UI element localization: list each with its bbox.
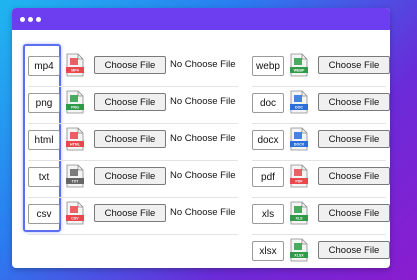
xlsx-icon-badge: XLSX xyxy=(294,254,304,258)
mp4-icon-badge: MP4 xyxy=(71,69,78,73)
file-row-xls: xls XLS Choose File xyxy=(252,201,390,235)
docx-icon-badge: DOCX xyxy=(294,143,305,147)
file-status-mp4: No Choose File xyxy=(170,59,236,70)
window-dot-icon xyxy=(28,16,33,22)
format-label-webp: webp xyxy=(252,56,284,76)
format-label-docx: docx xyxy=(252,130,284,150)
xls-icon-badge: XLS xyxy=(296,217,304,221)
pdf-file-icon: PDF xyxy=(290,164,308,188)
html-icon-badge: HTML xyxy=(70,143,81,147)
file-row-docx: docx DOCX Choose File xyxy=(252,127,390,161)
format-label-pdf: pdf xyxy=(252,167,284,187)
file-row-html: html HTML Choose File No Choose File xyxy=(28,127,238,161)
row-divider xyxy=(28,160,238,161)
docx-file-icon: DOCX xyxy=(290,127,308,151)
txt-icon-badge: TXT xyxy=(72,180,80,184)
row-divider xyxy=(252,160,386,161)
choose-file-button-xls[interactable]: Choose File xyxy=(318,204,390,222)
format-label-html: html xyxy=(28,130,60,150)
png-icon-badge: PNG xyxy=(71,106,79,110)
choose-file-button-mp4[interactable]: Choose File xyxy=(94,56,166,74)
file-status-html: No Choose File xyxy=(170,133,236,144)
choose-file-button-html[interactable]: Choose File xyxy=(94,130,166,148)
row-divider xyxy=(28,86,238,87)
format-label-xls: xls xyxy=(252,204,284,224)
png-file-icon: PNG xyxy=(66,90,84,114)
format-label-csv: csv xyxy=(28,204,60,224)
row-divider xyxy=(28,197,238,198)
title-bar xyxy=(12,8,390,30)
choose-file-button-docx[interactable]: Choose File xyxy=(318,130,390,148)
file-status-csv: No Choose File xyxy=(170,207,236,218)
row-divider xyxy=(252,197,386,198)
window-dot-icon xyxy=(20,16,25,22)
file-row-pdf: pdf PDF Choose File xyxy=(252,164,390,198)
html-file-icon: HTML xyxy=(66,127,84,151)
xlsx-file-icon: XLSX xyxy=(290,238,308,262)
choose-file-button-png[interactable]: Choose File xyxy=(94,93,166,111)
file-status-png: No Choose File xyxy=(170,96,236,107)
file-row-xlsx: xlsx XLSX Choose File xyxy=(252,238,390,263)
csv-file-icon: CSV xyxy=(66,201,84,225)
doc-file-icon: DOC xyxy=(290,90,308,114)
choose-file-button-webp[interactable]: Choose File xyxy=(318,56,390,74)
file-row-webp: webp WEBP Choose File xyxy=(252,53,390,87)
choose-file-button-doc[interactable]: Choose File xyxy=(318,93,390,111)
row-divider xyxy=(28,234,238,235)
file-row-txt: txt TXT Choose File No Choose File xyxy=(28,164,238,198)
xls-file-icon: XLS xyxy=(290,201,308,225)
file-row-doc: doc DOC Choose File xyxy=(252,90,390,124)
file-row-mp4: mp4 MP4 Choose File No Choose File xyxy=(28,53,238,87)
format-label-xlsx: xlsx xyxy=(252,241,284,261)
format-label-doc: doc xyxy=(252,93,284,113)
row-divider xyxy=(252,234,386,235)
choose-file-button-txt[interactable]: Choose File xyxy=(94,167,166,185)
file-row-csv: csv CSV Choose File No Choose File xyxy=(28,201,238,235)
file-upload-panel: mp4 MP4 Choose File No Choose File png PNG Cho… xyxy=(12,30,390,268)
file-status-txt: No Choose File xyxy=(170,170,236,181)
window-dot-icon xyxy=(36,16,41,22)
row-divider xyxy=(252,86,386,87)
format-label-txt: txt xyxy=(28,167,60,187)
app-window: mp4 MP4 Choose File No Choose File png PNG Cho… xyxy=(12,8,390,268)
mp4-file-icon: MP4 xyxy=(66,53,84,77)
choose-file-button-pdf[interactable]: Choose File xyxy=(318,167,390,185)
pdf-icon-badge: PDF xyxy=(295,180,303,184)
format-label-mp4: mp4 xyxy=(28,56,60,76)
choose-file-button-csv[interactable]: Choose File xyxy=(94,204,166,222)
choose-file-button-xlsx[interactable]: Choose File xyxy=(318,241,390,259)
csv-icon-badge: CSV xyxy=(71,217,79,221)
txt-file-icon: TXT xyxy=(66,164,84,188)
format-label-png: png xyxy=(28,93,60,113)
webp-icon-badge: WEBP xyxy=(294,69,305,73)
row-divider xyxy=(28,123,238,124)
webp-file-icon: WEBP xyxy=(290,53,308,77)
doc-icon-badge: DOC xyxy=(295,106,303,110)
row-divider xyxy=(252,123,386,124)
file-row-png: png PNG Choose File No Choose File xyxy=(28,90,238,124)
